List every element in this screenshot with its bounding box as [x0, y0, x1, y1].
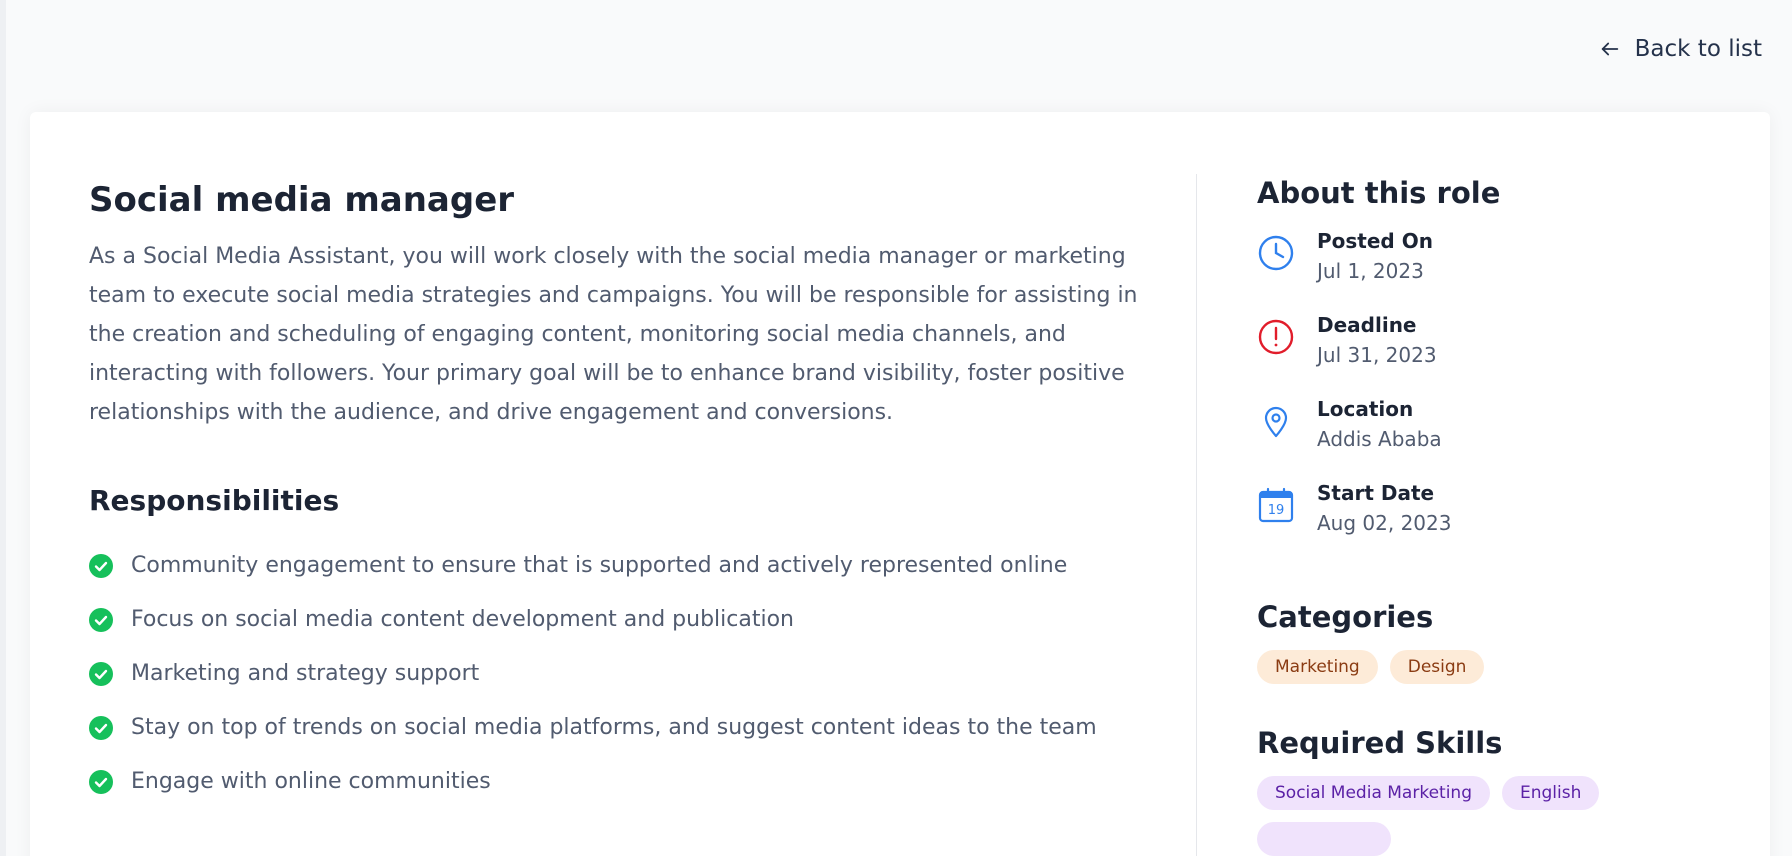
check-circle-icon [89, 661, 113, 686]
location-value: Addis Ababa [1317, 427, 1442, 451]
job-title: Social media manager [89, 180, 515, 220]
responsibility-text: Community engagement to ensure that is s… [131, 553, 1068, 579]
responsibility-item: Focus on social media content developmen… [89, 593, 1159, 647]
category-chip: Marketing [1257, 650, 1378, 684]
responsibilities-list: Community engagement to ensure that is s… [89, 539, 1159, 809]
required-skills-heading: Required Skills [1257, 726, 1503, 760]
location-item: Location Addis Ababa [1257, 394, 1737, 478]
skill-chip-partial [1257, 822, 1391, 856]
job-description: As a Social Media Assistant, you will wo… [89, 243, 1138, 425]
skill-chip: English [1502, 776, 1600, 810]
responsibility-item: Community engagement to ensure that is s… [89, 539, 1159, 593]
categories-list: Marketing Design [1257, 650, 1737, 684]
category-chip: Design [1389, 650, 1485, 684]
start-date-value: Aug 02, 2023 [1317, 511, 1452, 535]
alert-circle-icon [1258, 319, 1294, 355]
start-date-item: 19 Start Date Aug 02, 2023 [1257, 478, 1737, 562]
responsibilities-heading: Responsibilities [89, 483, 340, 517]
clock-icon [1258, 235, 1294, 271]
deadline-label: Deadline [1317, 313, 1417, 337]
calendar-day-text: 19 [1268, 503, 1285, 518]
about-role-list: Posted On Jul 1, 2023 Deadline Jul 31, 2… [1257, 226, 1737, 562]
arrow-left-icon [1601, 42, 1618, 56]
check-circle-icon [89, 715, 113, 740]
posted-on-label: Posted On [1317, 229, 1433, 253]
responsibility-text: Stay on top of trends on social media pl… [131, 715, 1097, 741]
job-detail-page: Back to list Social media manager As a S… [0, 0, 1792, 856]
back-to-list-link[interactable]: Back to list [1599, 36, 1762, 62]
job-detail-card: Social media manager As a Social Media A… [30, 112, 1770, 856]
left-edge-rule [0, 0, 6, 856]
categories-heading: Categories [1257, 600, 1434, 634]
job-main-column: Social media manager As a Social Media A… [89, 180, 1159, 809]
responsibility-text: Marketing and strategy support [131, 661, 480, 687]
posted-on-item: Posted On Jul 1, 2023 [1257, 226, 1737, 310]
job-sidebar: About this role Posted On Jul 1, 2023 De… [1257, 176, 1737, 856]
responsibility-item: Stay on top of trends on social media pl… [89, 701, 1159, 755]
check-circle-icon [89, 553, 113, 578]
deadline-item: Deadline Jul 31, 2023 [1257, 310, 1737, 394]
posted-on-value: Jul 1, 2023 [1317, 259, 1424, 283]
skills-list: Social Media Marketing English [1257, 776, 1737, 856]
responsibility-text: Focus on social media content developmen… [131, 607, 794, 633]
back-to-list-label: Back to list [1634, 36, 1762, 62]
column-divider [1196, 174, 1197, 856]
responsibility-item: Engage with online communities [89, 755, 1159, 809]
start-date-label: Start Date [1317, 481, 1435, 505]
responsibility-text: Engage with online communities [131, 769, 491, 795]
check-circle-icon [89, 607, 113, 632]
skill-chip: Social Media Marketing [1257, 776, 1490, 810]
check-circle-icon [89, 769, 113, 794]
map-pin-icon [1264, 406, 1288, 438]
about-role-heading: About this role [1257, 176, 1501, 210]
responsibility-item: Marketing and strategy support [89, 647, 1159, 701]
location-label: Location [1317, 397, 1414, 421]
calendar-icon: 19 [1258, 487, 1294, 523]
deadline-value: Jul 31, 2023 [1317, 343, 1437, 367]
